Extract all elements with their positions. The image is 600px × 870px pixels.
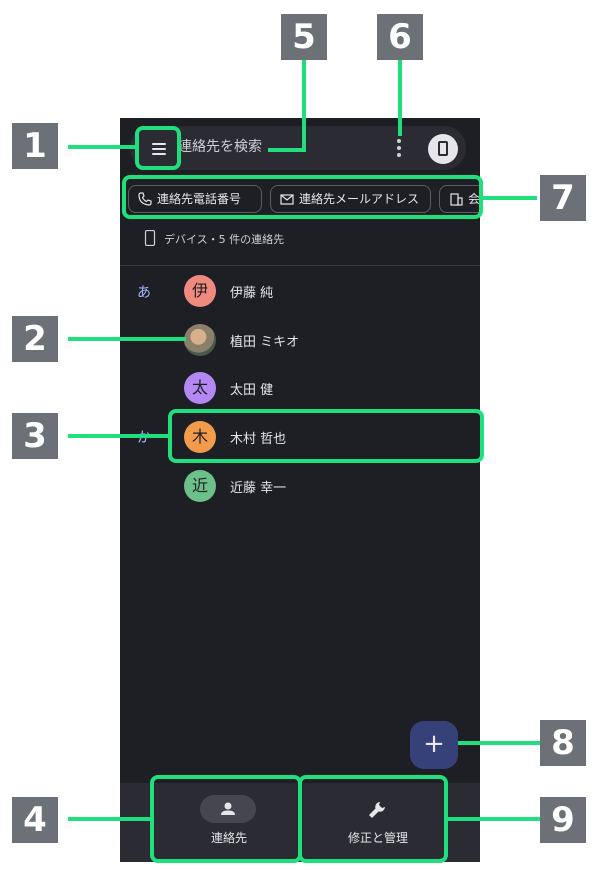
contact-photo-avatar [184,324,216,356]
callout-badge-2: 2 [12,316,58,362]
callout-line-6 [398,60,402,136]
callout-line-2 [68,337,186,341]
contacts-app-screen: 連絡先を検索 連絡先電話番号 連絡先メールアドレス 会 デバイス・5 件の連絡先… [120,118,480,862]
search-input[interactable]: 連絡先を検索 [178,136,262,156]
contact-row[interactable]: 太 太田 健 [182,368,472,408]
contact-avatar: 伊 [184,275,216,307]
callout-badge-8: 8 [540,720,586,766]
more-options-icon[interactable] [395,138,403,158]
phone-device-icon [144,230,156,246]
account-avatar[interactable] [428,134,458,164]
device-icon [438,141,448,156]
callout-badge-9: 9 [540,797,586,843]
contact-name: 太田 健 [230,383,274,398]
contact-row[interactable]: 近 近藤 幸一 [182,466,472,506]
section-letter-a: あ [137,285,151,301]
contact-row[interactable]: 植田 ミキオ [182,320,472,360]
add-contact-button[interactable]: + [410,721,458,769]
callout-line-3 [68,434,170,438]
contact-name: 伊藤 純 [230,286,274,301]
callout-badge-3: 3 [12,413,58,459]
callout-line-5a [302,60,306,152]
callout-line-5b [268,148,306,152]
contact-row[interactable]: 伊 伊藤 純 [182,271,472,311]
highlight-filter-chips [122,175,483,219]
contact-name: 植田 ミキオ [230,335,300,350]
callout-line-4 [68,817,152,821]
divider [120,265,480,266]
callout-badge-5: 5 [281,14,327,60]
callout-line-9 [446,817,540,821]
highlight-menu [135,126,181,170]
callout-line-1 [68,145,138,149]
highlight-nav-manage [298,775,448,863]
callout-badge-4: 4 [12,797,58,843]
callout-badge-1: 1 [12,123,58,169]
callout-badge-6: 6 [377,14,423,60]
highlight-nav-contacts [150,775,302,863]
callout-line-8 [458,741,540,745]
callout-line-7 [481,196,537,200]
callout-badge-7: 7 [540,175,586,221]
highlight-contact-row [168,409,484,463]
contact-name: 近藤 幸一 [230,481,287,496]
contact-avatar: 近 [184,470,216,502]
contact-avatar: 太 [184,372,216,404]
